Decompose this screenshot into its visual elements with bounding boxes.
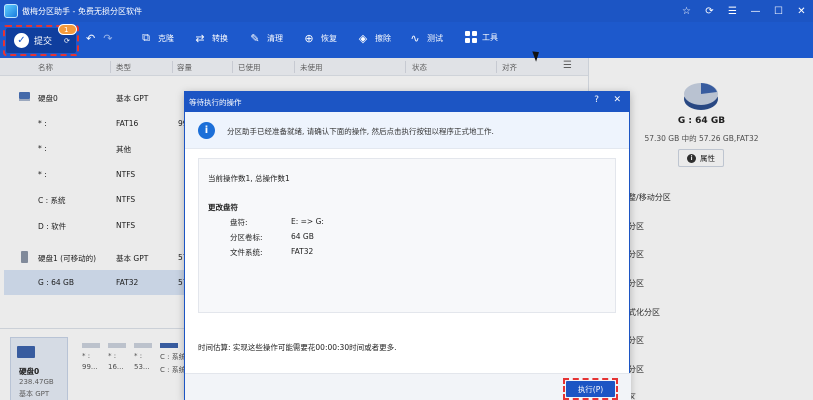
tools-label: 工具 — [482, 32, 498, 42]
restore-label: 恢复 — [321, 33, 337, 43]
help-icon[interactable]: ? — [594, 95, 599, 105]
detail-value: FAT32 — [291, 247, 314, 256]
detail-value: 64 GB — [291, 232, 314, 241]
app-logo-icon — [4, 4, 18, 18]
title-bar: 傲梅分区助手 - 免费无损分区软件 ☆ ⟳ ☰ — ☐ ✕ — [0, 0, 813, 22]
window-controls: ☆ ⟳ ☰ — ☐ ✕ — [675, 0, 813, 22]
test-icon: ∿ — [410, 31, 420, 45]
clone-label: 克隆 — [158, 33, 174, 43]
menu-icon[interactable]: ☰ — [721, 0, 744, 22]
dialog-close-icon[interactable]: ✕ — [613, 95, 621, 105]
maximize-button[interactable]: ☐ — [767, 0, 790, 22]
convert-label: 转换 — [212, 33, 228, 43]
clean-icon: ✎ — [250, 31, 260, 45]
test-label: 测试 — [427, 33, 443, 43]
detail-key: 盘符: — [230, 218, 248, 227]
submit-highlight: ✓ 提交 1 ⟳ — [3, 24, 79, 56]
execute-highlight: 执行(P) — [563, 378, 618, 400]
ops-summary: 当前操作数1, 总操作数1 — [208, 174, 290, 183]
dialog-footer: 执行(P) — [185, 373, 631, 400]
restore-icon: ⊕ — [304, 31, 314, 45]
undo-redo-group: ↶ ↷ — [86, 32, 112, 45]
refresh-icon[interactable]: ⟳ — [698, 0, 721, 22]
wipe-label: 擦除 — [375, 33, 391, 43]
time-estimate: 时间估算: 实现这些操作可能需要花00:00:30时间或者更多. — [198, 343, 397, 352]
clone-icon: ⧉ — [142, 31, 150, 44]
wipe-button[interactable]: ◈ 擦除 — [356, 31, 391, 45]
dialog-header: 等待执行的操作 ? ✕ — [185, 92, 629, 112]
operations-list: 当前操作数1, 总操作数1 更改盘符 盘符: E: => G: 分区卷标: 64… — [198, 158, 616, 313]
star-icon[interactable]: ☆ — [675, 0, 698, 22]
clone-button[interactable]: ⧉ 克隆 — [139, 31, 174, 45]
tools-icon — [465, 31, 477, 43]
restore-button[interactable]: ⊕ 恢复 — [302, 31, 337, 45]
convert-button[interactable]: ⇄ 转换 — [193, 31, 228, 45]
minimize-button[interactable]: — — [744, 0, 767, 22]
convert-icon: ⇄ — [195, 31, 205, 45]
clean-label: 清理 — [267, 33, 283, 43]
detail-key: 文件系统: — [230, 248, 263, 257]
execute-button[interactable]: 执行(P) — [566, 381, 615, 397]
clean-button[interactable]: ✎ 清理 — [248, 31, 283, 45]
check-icon: ✓ — [14, 33, 29, 48]
wipe-icon: ◈ — [358, 31, 368, 45]
banner-text: 分区助手已经准备就绪, 请确认下面的操作, 然后点击执行按钮以程序正式地工作. — [227, 127, 494, 136]
dialog-title: 等待执行的操作 — [189, 98, 242, 107]
submit-label: 提交 — [34, 37, 53, 47]
close-button[interactable]: ✕ — [790, 0, 813, 22]
pending-ops-badge: 1 ⟳ — [58, 24, 77, 45]
test-button[interactable]: ∿ 测试 — [408, 31, 443, 45]
pending-operations-dialog: 等待执行的操作 ? ✕ i 分区助手已经准备就绪, 请确认下面的操作, 然后点击… — [184, 91, 631, 400]
window-title: 傲梅分区助手 - 免费无损分区软件 — [22, 6, 142, 16]
dialog-banner: i 分区助手已经准备就绪, 请确认下面的操作, 然后点击执行按钮以程序正式地工作… — [185, 112, 629, 149]
tools-button[interactable]: 工具 — [465, 31, 498, 43]
toolbar: ✓ 提交 1 ⟳ ↶ ↷ ⧉ 克隆 ⇄ 转换 ✎ 清理 ⊕ 恢复 ◈ 擦除 ∿ … — [0, 22, 813, 58]
detail-value: E: => G: — [291, 217, 324, 226]
detail-key: 分区卷标: — [230, 233, 263, 242]
info-icon: i — [198, 122, 215, 139]
redo-icon[interactable]: ↷ — [103, 32, 112, 45]
op-section-title: 更改盘符 — [208, 203, 238, 212]
undo-icon[interactable]: ↶ — [86, 32, 95, 45]
